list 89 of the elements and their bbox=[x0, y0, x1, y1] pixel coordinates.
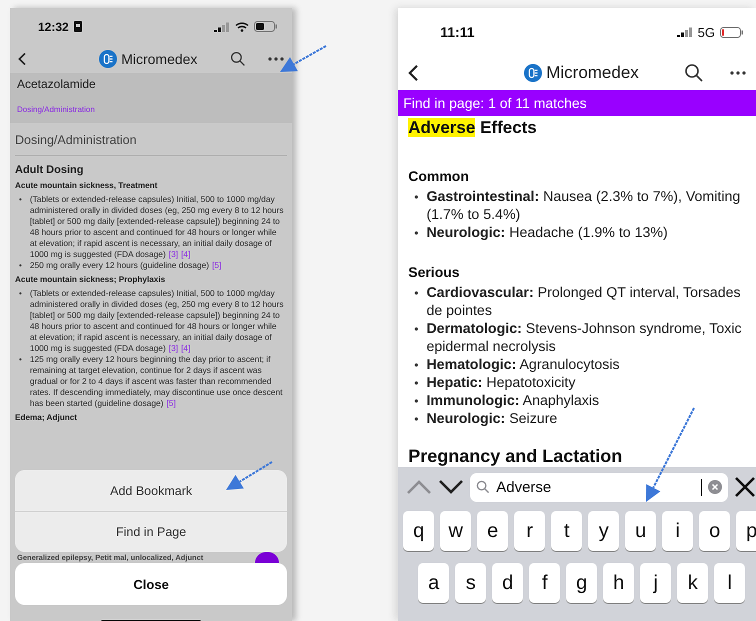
clear-icon[interactable] bbox=[708, 480, 722, 494]
reference-link[interactable]: [5] bbox=[166, 398, 176, 408]
network-label: 5G bbox=[698, 24, 715, 40]
indication-title: Edema; Adjunct bbox=[15, 413, 78, 422]
close-icon[interactable] bbox=[734, 476, 756, 498]
keyboard-key[interactable]: r bbox=[514, 511, 546, 551]
bullet: • bbox=[19, 354, 22, 365]
effect-text: Immunologic: Anaphylaxis bbox=[426, 392, 600, 410]
wifi-icon bbox=[235, 22, 250, 32]
keyboard-key[interactable]: k bbox=[677, 563, 708, 603]
back-icon[interactable] bbox=[408, 64, 420, 82]
signal-icon bbox=[676, 27, 693, 37]
keyboard-key[interactable]: i bbox=[662, 511, 694, 551]
more-button[interactable] bbox=[268, 57, 284, 61]
search-icon bbox=[476, 480, 490, 494]
effect-text: Hepatic: Hepatotoxicity bbox=[426, 374, 576, 392]
bullet: • bbox=[414, 321, 418, 338]
bullet: • bbox=[414, 411, 418, 428]
bullet: • bbox=[414, 357, 418, 374]
keyboard-key[interactable]: q bbox=[403, 511, 434, 551]
keyboard-key[interactable]: w bbox=[440, 511, 472, 551]
dosing-text: 125 mg orally every 12 hours beginning the day prior to ascent; if remaining at target elevation, continue for 2 days if ascent was gradual or for 2 to 4 days if ascent was faster than recommended rates. If descending immediately, may discontinue use once descent has been started (guideline dosage) [5] bbox=[30, 354, 284, 409]
indication-title: Acute mountain sickness; Prophylaxis bbox=[15, 275, 166, 284]
keyboard-key[interactable]: u bbox=[625, 511, 656, 551]
signal-icon bbox=[214, 22, 230, 32]
close-button[interactable]: Close bbox=[15, 563, 288, 605]
keyboard-key[interactable]: o bbox=[699, 511, 730, 551]
keyboard-key[interactable]: d bbox=[492, 563, 524, 603]
find-field[interactable]: Adverse bbox=[470, 472, 728, 502]
back-icon[interactable] bbox=[18, 52, 26, 66]
bullet: • bbox=[414, 189, 418, 206]
section-heading: Effects bbox=[480, 118, 537, 137]
effect-text: Cardiovascular: Prolonged QT interval, Torsades de pointes bbox=[426, 284, 742, 320]
bullet: • bbox=[19, 194, 22, 205]
battery-icon bbox=[254, 21, 278, 32]
bullet: • bbox=[414, 285, 418, 302]
group-title: Common bbox=[408, 168, 470, 184]
app-logo-icon bbox=[524, 64, 542, 82]
keyboard-key[interactable]: g bbox=[566, 563, 598, 603]
reference-link[interactable]: [3] bbox=[168, 249, 178, 259]
keyboard-key[interactable]: e bbox=[477, 511, 508, 551]
group-title: Serious bbox=[408, 264, 461, 280]
app-title: Micromedex bbox=[546, 63, 639, 83]
reference-link[interactable]: [5] bbox=[212, 260, 222, 270]
drug-name: Acetazolamide bbox=[17, 77, 97, 91]
subsection-title: Adult Dosing bbox=[15, 164, 84, 176]
effect-text: Dermatologic: Stevens-Johnson syndrome, Toxic epidermal necrolysis bbox=[426, 320, 743, 356]
keyboard-key[interactable]: j bbox=[640, 563, 672, 603]
effect-text: Neurologic: Headache (1.9% to 13%) bbox=[426, 224, 668, 242]
search-button[interactable] bbox=[684, 63, 704, 83]
reference-link[interactable]: [4] bbox=[181, 343, 190, 353]
indication-title: Acute mountain sickness, Treatment bbox=[15, 181, 158, 190]
next-match-button[interactable] bbox=[438, 479, 464, 495]
reference-link[interactable]: [3] bbox=[168, 343, 178, 353]
bullet: • bbox=[414, 375, 418, 392]
section-heading: Pregnancy and Lactation bbox=[408, 446, 624, 467]
status-time: 11:11 bbox=[440, 24, 474, 40]
highlighted-match: Adverse bbox=[408, 118, 476, 137]
bullet: • bbox=[19, 260, 22, 271]
reference-link[interactable]: [4] bbox=[181, 249, 190, 259]
dosing-text: (Tablets or extended-release capsules) Initial, 500 to 1000 mg/day administered orally in divided doses (eg, 250 mg every 8 to 12 hours [tablet] or 500 mg daily [extended-release capsule]) beginning 24 to 48 hours prior to ascent and continued for 48 hours or longer while at elevation; if rapid ascent is necessary, an initial daily dosage of 1000 mg is suggested (FDA dosage) [3] [4] bbox=[30, 194, 285, 260]
keyboard-key[interactable]: l bbox=[714, 563, 746, 603]
status-time: 12:32 bbox=[38, 20, 69, 34]
keyboard-key[interactable]: s bbox=[455, 563, 486, 603]
keyboard-key[interactable]: h bbox=[603, 563, 634, 603]
pointer-arrow bbox=[226, 461, 273, 490]
app-title: Micromedex bbox=[121, 51, 198, 67]
effect-text: Neurologic: Seizure bbox=[426, 410, 558, 428]
bullet: • bbox=[19, 288, 22, 299]
keyboard-key[interactable]: a bbox=[418, 563, 450, 603]
keyboard-key[interactable]: t bbox=[551, 511, 582, 551]
section-title: Dosing/Administration bbox=[15, 129, 288, 156]
dosing-text: (Tablets or extended-release capsules) Initial, 500 to 1000 mg/day administered orally in divided doses (eg, 250 mg every 8 to 12 hours [tablet] or 500 mg daily [extended-release capsule]) beginning 24 to 48 hours prior to ascent and continued for 48 hours or longer while at elevation; if rapid ascent is necessary, an initial daily dosage of 1000 mg is suggested (FDA dosage) [3] [4] bbox=[30, 288, 285, 354]
keyboard-key[interactable]: f bbox=[529, 563, 560, 603]
keyboard-key[interactable]: y bbox=[588, 511, 620, 551]
effect-text: Hematologic: Agranulocytosis bbox=[426, 356, 620, 374]
search-button[interactable] bbox=[230, 51, 246, 67]
dosing-text: 250 mg orally every 12 hours (guideline dosage) [5] bbox=[30, 260, 222, 271]
find-banner: Find in page: 1 of 11 matches bbox=[398, 90, 756, 116]
action-sheet-option[interactable]: Find in Page bbox=[15, 511, 288, 552]
floating-button[interactable] bbox=[255, 552, 280, 563]
more-button[interactable] bbox=[730, 71, 746, 75]
battery-icon bbox=[720, 26, 744, 38]
bullet: • bbox=[414, 393, 418, 410]
pointer-arrow bbox=[280, 45, 326, 72]
bullet: • bbox=[414, 225, 418, 242]
lock-screen-icon bbox=[74, 21, 82, 32]
effect-text: Gastrointestinal: Nausea (2.3% to 7%), Vomiting (1.7% to 5.4%) bbox=[426, 188, 742, 224]
app-logo-icon bbox=[99, 50, 118, 68]
